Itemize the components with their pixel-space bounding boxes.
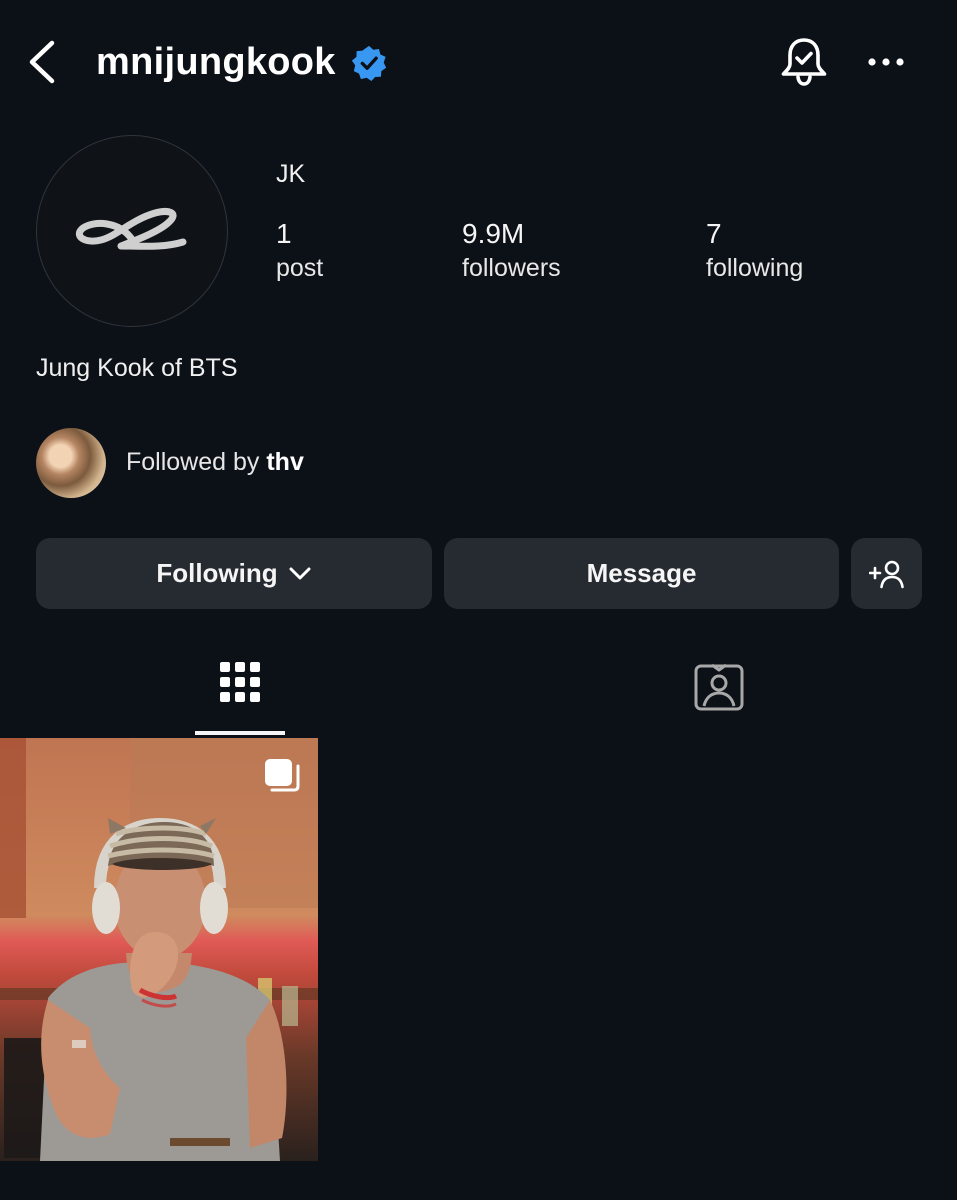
followed-by[interactable]: Followed by thv bbox=[36, 428, 436, 500]
verified-icon bbox=[351, 45, 387, 82]
stat-followers[interactable]: 9.9M followers bbox=[462, 218, 561, 286]
back-icon bbox=[29, 40, 55, 84]
grid-icon bbox=[220, 662, 260, 702]
followers-count: 9.9M bbox=[462, 218, 525, 249]
post-thumbnail[interactable] bbox=[0, 738, 318, 1161]
tab-tagged[interactable] bbox=[674, 644, 764, 736]
followed-by-prefix: Followed by bbox=[126, 448, 267, 476]
message-button-label: Message bbox=[586, 558, 697, 588]
suggested-accounts-button[interactable] bbox=[851, 538, 922, 609]
posts-count: 1 bbox=[276, 218, 292, 249]
back-button[interactable] bbox=[20, 38, 64, 86]
profile-avatar[interactable] bbox=[36, 135, 228, 327]
active-tab-indicator bbox=[195, 731, 285, 735]
posts-label: post bbox=[276, 254, 324, 282]
notifications-button[interactable] bbox=[776, 34, 832, 90]
display-name: JK bbox=[276, 160, 306, 188]
following-button-label: Following bbox=[156, 558, 278, 588]
username: mnijungkook bbox=[96, 41, 336, 83]
following-button[interactable]: Following bbox=[36, 538, 432, 609]
header: mnijungkook bbox=[0, 0, 957, 124]
tagged-icon bbox=[694, 663, 744, 711]
post-photo bbox=[0, 738, 318, 1161]
tab-posts-grid[interactable] bbox=[195, 644, 285, 736]
multi-post-icon bbox=[265, 759, 300, 792]
stat-following[interactable]: 7 following bbox=[706, 218, 803, 286]
more-icon bbox=[868, 58, 904, 66]
mutual-follower-avatar bbox=[36, 428, 106, 498]
signature-logo-icon bbox=[75, 207, 187, 250]
stat-posts[interactable]: 1 post bbox=[276, 218, 323, 286]
profile-page: mnijungkook JK 1 post 9.9M followers 7 f… bbox=[0, 0, 957, 1200]
chevron-down-icon bbox=[289, 567, 311, 579]
message-button[interactable]: Message bbox=[444, 538, 839, 609]
followed-by-user[interactable]: thv bbox=[266, 448, 304, 476]
more-options-button[interactable] bbox=[858, 44, 914, 80]
following-label: following bbox=[706, 254, 804, 282]
bell-icon bbox=[781, 38, 827, 86]
followed-by-text: Followed by thv bbox=[126, 448, 304, 477]
followers-label: followers bbox=[462, 254, 561, 282]
following-count: 7 bbox=[706, 218, 722, 249]
bio: Jung Kook of BTS bbox=[36, 354, 238, 382]
add-person-icon bbox=[868, 560, 904, 588]
